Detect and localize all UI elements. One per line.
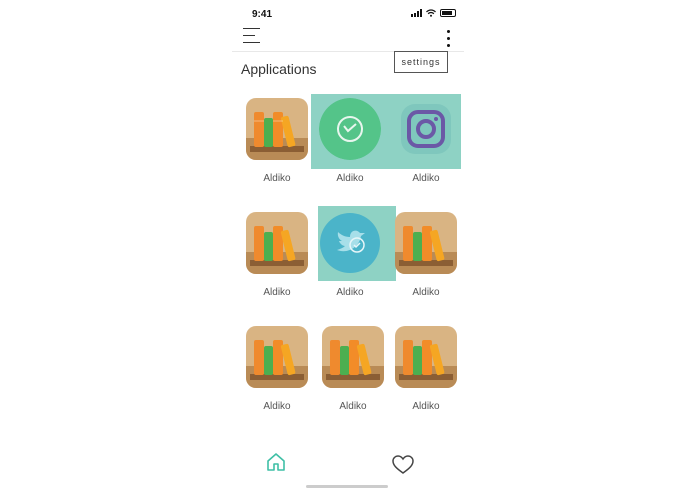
cellular-signal-icon — [411, 9, 422, 17]
phone-screen: 9:41 Applications settings Aldiko Aldiko… — [232, 0, 464, 494]
app-label: Aldiko — [412, 287, 440, 298]
book-shelf-icon — [246, 326, 308, 388]
book-shelf-icon — [246, 212, 308, 274]
heart-icon[interactable] — [392, 455, 414, 475]
book-shelf-icon — [246, 98, 308, 160]
status-time: 9:41 — [252, 9, 273, 20]
more-options-icon[interactable] — [446, 30, 452, 48]
status-icons — [411, 9, 456, 17]
app-label: Aldiko — [263, 173, 291, 184]
page-title: Applications — [241, 61, 317, 77]
app-label: Aldiko — [412, 401, 440, 412]
hamburger-menu-icon[interactable] — [243, 28, 260, 44]
book-shelf-icon — [395, 326, 457, 388]
whatsapp-icon — [319, 98, 381, 160]
battery-icon — [440, 9, 456, 17]
instagram-icon — [395, 98, 457, 160]
app-label: Aldiko — [263, 401, 291, 412]
wifi-icon — [426, 9, 436, 17]
settings-button[interactable]: settings — [394, 51, 448, 73]
twitter-icon — [319, 212, 381, 274]
app-label: Aldiko — [336, 173, 364, 184]
home-indicator — [306, 485, 388, 488]
app-label: Aldiko — [339, 401, 367, 412]
book-shelf-icon — [395, 212, 457, 274]
book-shelf-icon — [322, 326, 384, 388]
app-label: Aldiko — [336, 287, 364, 298]
app-label: Aldiko — [412, 173, 440, 184]
app-label: Aldiko — [263, 287, 291, 298]
home-icon[interactable] — [266, 452, 286, 472]
